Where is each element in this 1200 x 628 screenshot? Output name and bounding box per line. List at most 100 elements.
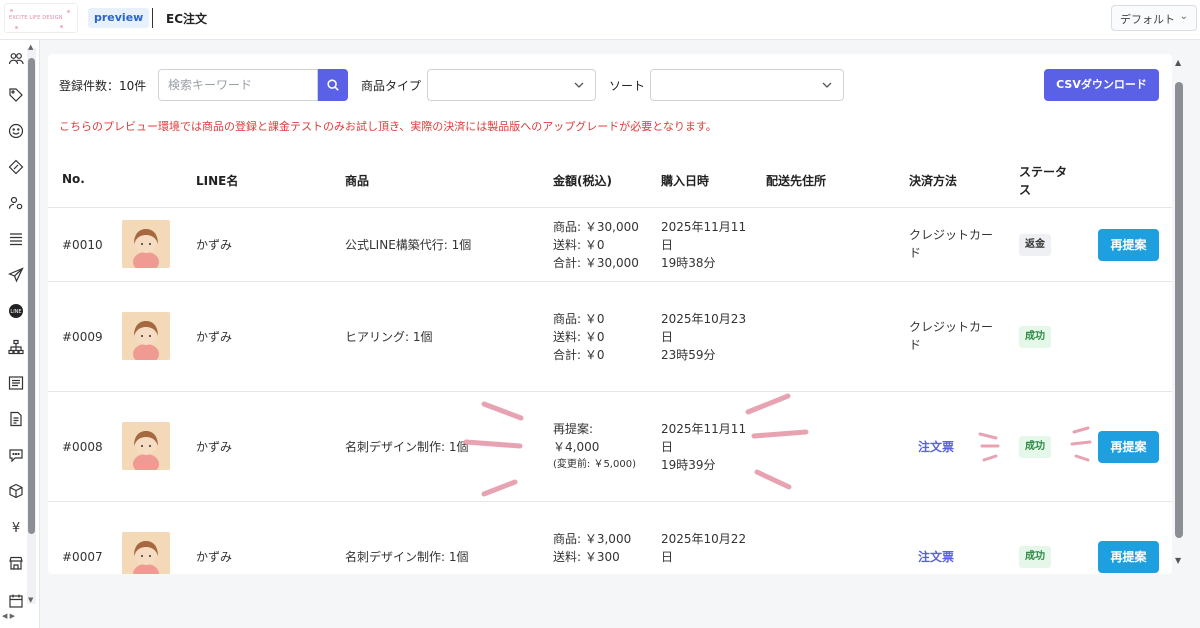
amount-shipping: 送料: ￥300	[553, 550, 620, 564]
order-sheet-link[interactable]: 注文票	[918, 438, 954, 455]
sort-label: ソート	[609, 79, 646, 93]
search-button[interactable]	[318, 69, 348, 101]
purchase-time: 19時38分	[661, 256, 716, 270]
order-no: #0007	[62, 550, 103, 564]
tree-icon[interactable]	[7, 338, 25, 356]
avatar	[122, 220, 170, 268]
header-purchase-date: 購入日時	[661, 174, 710, 188]
tag-icon[interactable]	[7, 86, 25, 104]
product-name: ヒアリング: 1個	[345, 330, 433, 344]
status-badge: 成功	[1019, 326, 1051, 348]
box-icon[interactable]	[7, 482, 25, 500]
scroll-down-arrow-icon[interactable]: ▼	[1175, 556, 1181, 565]
repropose-button[interactable]: 再提案	[1098, 541, 1159, 573]
purchase-date-line1: 2025年10月23	[661, 312, 747, 326]
chat-icon[interactable]	[7, 446, 25, 464]
user-settings-icon[interactable]	[7, 194, 25, 212]
purchase-date-line1: 2025年11月11	[661, 422, 747, 436]
product-name: 公式LINE構築代行: 1個	[345, 238, 472, 252]
coupon-icon[interactable]	[7, 158, 25, 176]
sidebar: LINE ¥ ▲ ▼ ◀ ▶	[0, 40, 40, 628]
order-sheet-link[interactable]: 注文票	[918, 548, 954, 565]
amount-total: 合計: ￥30,000	[553, 256, 639, 270]
status-badge: 成功	[1019, 436, 1051, 458]
amount-shipping: 送料: ￥0	[553, 238, 605, 252]
header-amount: 金額(税込)	[553, 174, 612, 188]
line-name: かずみ	[196, 440, 233, 454]
send-icon[interactable]	[7, 266, 25, 284]
product-name: 名刺デザイン制作: 1個	[345, 550, 469, 564]
scroll-up-arrow-icon[interactable]: ▲	[28, 43, 33, 51]
purchase-date-line1: 2025年10月22	[661, 532, 747, 546]
calendar-icon[interactable]	[7, 592, 25, 610]
header-status-line1: ステータ	[1019, 165, 1068, 179]
search-icon	[327, 79, 339, 91]
purchase-date-line1: 2025年11月11	[661, 220, 747, 234]
status-badge: 成功	[1019, 546, 1051, 568]
line-name: かずみ	[196, 550, 233, 564]
product-type-label: 商品タイプ	[361, 79, 422, 93]
purchase-time: 23時59分	[661, 348, 716, 362]
article-icon[interactable]	[7, 374, 25, 392]
orders-panel: 登録件数：10件 商品タイプ ソート CSVダウンロード こちらのプレビュー環境…	[48, 54, 1172, 574]
preview-badge: preview	[88, 8, 150, 28]
amount-product: 商品: ￥3,000	[553, 532, 632, 546]
avatar	[122, 312, 170, 360]
avatar	[122, 532, 170, 574]
header-address: 配送先住所	[766, 174, 827, 188]
svg-text:LINE: LINE	[10, 309, 21, 315]
logo-text: EXCITE LIFE DESIGN	[9, 15, 63, 21]
sidebar-scroll-thumb[interactable]	[28, 58, 35, 534]
yen-icon[interactable]: ¥	[7, 518, 25, 536]
list-icon[interactable]	[7, 230, 25, 248]
order-no: #0009	[62, 330, 103, 344]
product-type-select[interactable]	[427, 69, 596, 101]
purchase-date-line2: 日	[661, 440, 674, 454]
line-icon[interactable]: LINE	[7, 302, 25, 320]
table-row[interactable]: #0010 かずみ 公式LINE構築代行: 1個 商品: ￥30,000 送料:…	[48, 208, 1172, 282]
preview-notice: こちらのプレビュー環境では商品の登録と課金テストのみお試し頂き、実際の決済には製…	[59, 120, 717, 133]
main-scrollbar[interactable]: ▲ ▼	[1172, 54, 1186, 574]
users-icon[interactable]	[7, 50, 25, 68]
store-icon[interactable]	[7, 554, 25, 572]
line-name: かずみ	[196, 238, 233, 252]
header-no: No.	[62, 172, 85, 186]
previous-amount: (変更前: ￥5,000)	[553, 459, 636, 470]
amount-shipping: 送料: ￥0	[553, 330, 605, 344]
main-scroll-thumb[interactable]	[1175, 82, 1183, 538]
brand-logo[interactable]: EXCITE LIFE DESIGN	[4, 3, 78, 33]
scroll-down-arrow-icon[interactable]: ▼	[28, 596, 33, 604]
repropose-button[interactable]: 再提案	[1098, 431, 1159, 463]
header-status-line2: ス	[1019, 183, 1032, 197]
smile-icon[interactable]	[7, 122, 25, 140]
amount-product: 商品: ￥30,000	[553, 220, 639, 234]
repropose-amount: ￥4,000	[553, 440, 600, 454]
sort-select[interactable]	[650, 69, 844, 101]
status-badge: 返金	[1019, 234, 1051, 256]
line-name: かずみ	[196, 330, 233, 344]
order-no: #0008	[62, 440, 103, 454]
order-no: #0010	[62, 238, 103, 252]
purchase-time: 19時39分	[661, 458, 716, 472]
horizontal-scroll-arrows-icon[interactable]: ◀ ▶	[2, 612, 15, 620]
repropose-button[interactable]: 再提案	[1098, 229, 1159, 261]
search-input[interactable]	[158, 69, 318, 101]
header-product: 商品	[345, 174, 370, 188]
scroll-up-arrow-icon[interactable]: ▲	[1175, 58, 1181, 67]
view-select[interactable]: デフォルト ⌄	[1111, 5, 1197, 31]
table-row[interactable]: #0007 かずみ 名刺デザイン制作: 1個 商品: ￥3,000 送料: ￥3…	[48, 502, 1172, 574]
header-line-name: LINE名	[196, 174, 239, 188]
table-header: No. LINE名 商品 金額(税込) 購入日時 配送先住所 決済方法 ステータ…	[48, 152, 1172, 208]
view-select-value: デフォルト	[1120, 13, 1175, 26]
purchase-date-line2: 日	[661, 330, 674, 344]
csv-download-button[interactable]: CSVダウンロード	[1044, 69, 1159, 101]
header-payment: 決済方法	[909, 174, 958, 188]
record-count: 登録件数：10件	[59, 79, 147, 93]
page-title: EC注文	[166, 12, 208, 26]
table-row[interactable]: #0008 かずみ 名刺デザイン制作: 1個 再提案: ￥4,000 (変更前:…	[48, 392, 1172, 502]
purchase-date-line2: 日	[661, 550, 674, 564]
payment-method-line2: ド	[909, 246, 922, 260]
table-row[interactable]: #0009 かずみ ヒアリング: 1個 商品: ￥0 送料: ￥0 合計: ￥0…	[48, 282, 1172, 392]
document-icon[interactable]	[7, 410, 25, 428]
top-bar: EXCITE LIFE DESIGN preview EC注文 デフォルト ⌄	[0, 0, 1200, 40]
